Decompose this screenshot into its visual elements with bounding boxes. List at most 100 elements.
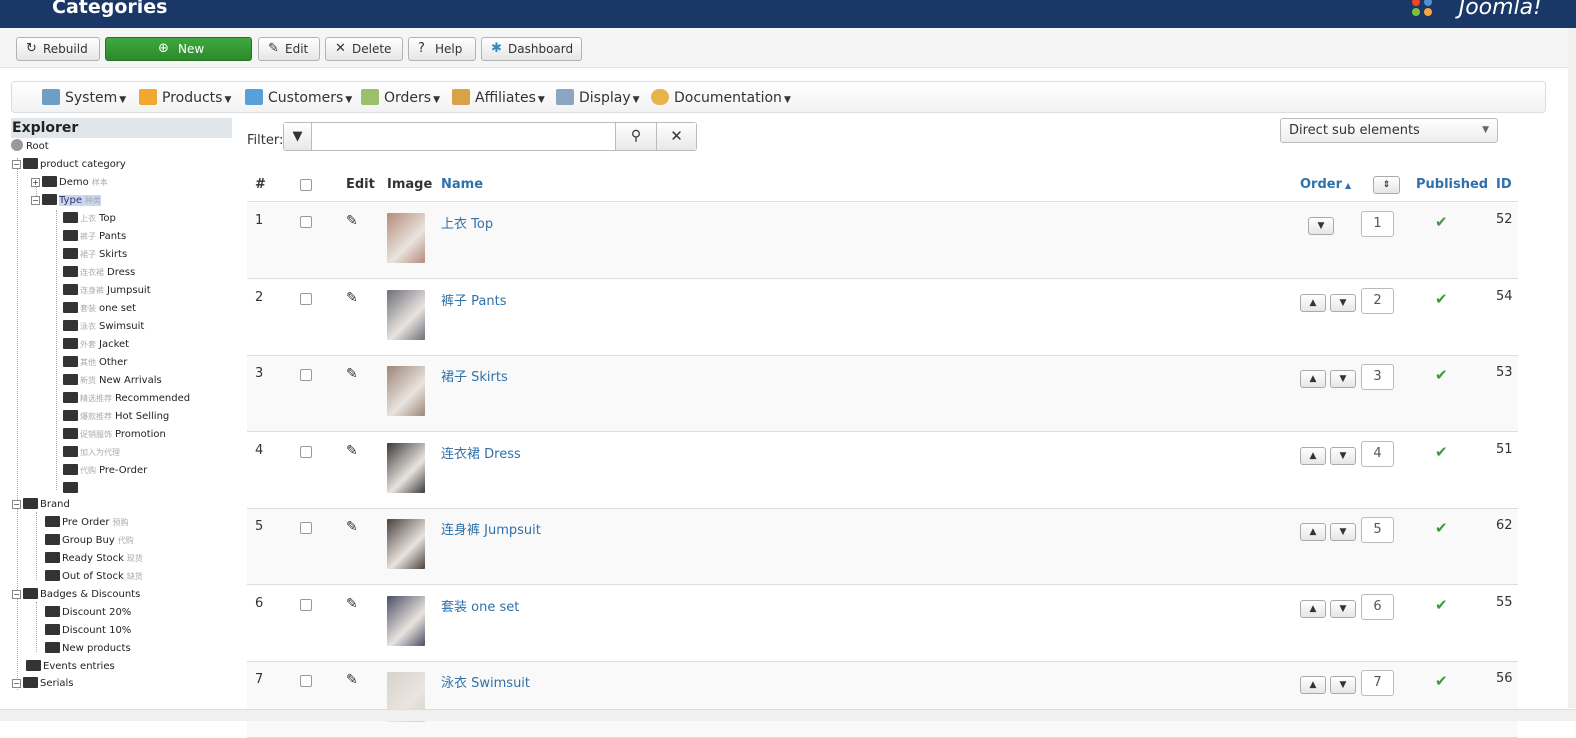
- menu-products[interactable]: Products ▼: [139, 89, 231, 106]
- move-down-button[interactable]: ▼: [1308, 217, 1334, 235]
- tree-node-brand-child[interactable]: Group Buy 代购: [45, 533, 134, 549]
- row-checkbox[interactable]: [300, 598, 312, 615]
- menu-system[interactable]: System ▼: [42, 89, 126, 106]
- order-input[interactable]: 5: [1361, 517, 1394, 543]
- save-order-button[interactable]: ⇕: [1373, 176, 1400, 194]
- edit-pencil-icon[interactable]: ✎: [346, 213, 358, 229]
- col-order-sort[interactable]: Order ▲: [1300, 177, 1351, 192]
- move-up-button[interactable]: ▲: [1300, 523, 1326, 541]
- tree-node-demo[interactable]: + Demo 样本: [31, 175, 108, 191]
- tree-node-root[interactable]: Root: [11, 139, 49, 155]
- collapse-icon[interactable]: −: [12, 679, 21, 688]
- tree-node-brand-child[interactable]: Ready Stock 现货: [45, 551, 143, 567]
- edit-pencil-icon[interactable]: ✎: [346, 519, 358, 535]
- published-check-icon[interactable]: ✔: [1435, 443, 1448, 461]
- menu-orders[interactable]: Orders ▼: [361, 89, 440, 106]
- row-checkbox[interactable]: [300, 292, 312, 309]
- order-input[interactable]: 4: [1361, 440, 1394, 467]
- published-check-icon[interactable]: ✔: [1435, 290, 1448, 308]
- published-check-icon[interactable]: ✔: [1435, 672, 1448, 690]
- depth-select[interactable]: Direct sub elements ▼: [1280, 118, 1498, 143]
- category-name-link[interactable]: 裙子 Skirts: [441, 366, 508, 385]
- published-check-icon[interactable]: ✔: [1435, 596, 1448, 614]
- new-button[interactable]: ⊕ New: [105, 37, 252, 61]
- order-input[interactable]: 1: [1361, 211, 1394, 237]
- tree-node-type-child[interactable]: 裤子 Pants: [63, 229, 126, 245]
- tree-node-type-child[interactable]: 上衣 Top: [63, 211, 116, 227]
- tree-node-badge-child[interactable]: Discount 20%: [45, 605, 131, 621]
- category-name-link[interactable]: 泳衣 Swimsuit: [441, 672, 530, 691]
- menu-documentation[interactable]: Documentation ▼: [651, 89, 791, 106]
- tree-node-badges[interactable]: − Badges & Discounts: [12, 587, 140, 603]
- move-up-button[interactable]: ▲: [1300, 293, 1326, 312]
- row-checkbox[interactable]: [300, 445, 312, 462]
- edit-pencil-icon[interactable]: ✎: [346, 290, 358, 306]
- move-down-button[interactable]: ▼: [1330, 523, 1356, 541]
- move-up-button[interactable]: ▲: [1300, 676, 1326, 694]
- move-down-button[interactable]: ▼: [1330, 370, 1356, 388]
- row-checkbox[interactable]: [300, 369, 312, 385]
- order-input[interactable]: 7: [1361, 670, 1394, 696]
- collapse-icon[interactable]: −: [12, 500, 21, 509]
- tree-node-type-child[interactable]: 泳衣 Swimsuit: [63, 319, 144, 335]
- clear-filter-button[interactable]: ✕: [656, 123, 696, 150]
- col-name-sort[interactable]: Name: [441, 177, 483, 192]
- tree-node-events[interactable]: Events entries: [26, 659, 115, 675]
- tree-node-type[interactable]: − Type 种类: [31, 193, 101, 209]
- tree-node-type-child[interactable]: 连衣裙 Dress: [63, 265, 135, 281]
- collapse-icon[interactable]: −: [31, 196, 40, 205]
- tree-node-type-child[interactable]: 促销服饰 Promotion: [63, 427, 166, 443]
- tree-node-type-child[interactable]: 加入为代理: [63, 445, 123, 461]
- tree-node-type-child[interactable]: 外套 Jacket: [63, 337, 129, 353]
- menu-affiliates[interactable]: Affiliates ▼: [452, 89, 545, 106]
- published-check-icon[interactable]: ✔: [1435, 519, 1448, 537]
- row-checkbox[interactable]: [300, 675, 312, 691]
- order-input[interactable]: 3: [1361, 364, 1394, 390]
- tree-node-serials[interactable]: − Serials: [12, 676, 74, 692]
- tree-node-brand-child[interactable]: Out of Stock 缺货: [45, 569, 143, 585]
- tree-node-empty[interactable]: [63, 481, 80, 497]
- category-name-link[interactable]: 裤子 Pants: [441, 290, 506, 309]
- expand-icon[interactable]: +: [31, 178, 40, 187]
- row-checkbox[interactable]: [300, 522, 312, 538]
- move-down-button[interactable]: ▼: [1330, 599, 1356, 618]
- tree-node-brand[interactable]: − Brand: [12, 497, 70, 513]
- move-up-button[interactable]: ▲: [1300, 446, 1326, 465]
- tree-node-brand-child[interactable]: Pre Order 预购: [45, 515, 129, 531]
- dashboard-button[interactable]: ✱ Dashboard: [481, 37, 582, 61]
- edit-pencil-icon[interactable]: ✎: [346, 366, 358, 382]
- filter-input[interactable]: [313, 123, 615, 150]
- menu-customers[interactable]: Customers ▼: [245, 89, 352, 106]
- edit-button[interactable]: ✎ Edit: [258, 37, 320, 61]
- row-checkbox[interactable]: [300, 216, 312, 232]
- select-all-checkbox[interactable]: [300, 179, 312, 195]
- tree-node-badge-child[interactable]: Discount 10%: [45, 623, 131, 639]
- order-input[interactable]: 6: [1361, 593, 1394, 620]
- tree-node-type-child[interactable]: 代购 Pre-Order: [63, 463, 147, 479]
- edit-pencil-icon[interactable]: ✎: [346, 672, 358, 688]
- category-name-link[interactable]: 连身裤 Jumpsuit: [441, 519, 541, 538]
- tree-node-type-child[interactable]: 裙子 Skirts: [63, 247, 127, 263]
- edit-pencil-icon[interactable]: ✎: [346, 443, 358, 459]
- collapse-icon[interactable]: −: [12, 590, 21, 599]
- tree-node-type-child[interactable]: 爆款推荐 Hot Selling: [63, 409, 169, 425]
- search-button[interactable]: ⚲: [615, 123, 656, 150]
- tree-node-type-child[interactable]: 其他 Other: [63, 355, 127, 371]
- tree-node-product-category[interactable]: − product category: [12, 157, 126, 173]
- move-down-button[interactable]: ▼: [1330, 446, 1356, 465]
- delete-button[interactable]: ✕ Delete: [325, 37, 403, 61]
- tree-node-type-child[interactable]: 连身裤 Jumpsuit: [63, 283, 151, 299]
- move-up-button[interactable]: ▲: [1300, 599, 1326, 618]
- menu-display[interactable]: Display ▼: [556, 89, 640, 106]
- rebuild-button[interactable]: ↻ Rebuild: [16, 37, 100, 61]
- category-name-link[interactable]: 上衣 Top: [441, 213, 493, 232]
- col-id-sort[interactable]: ID: [1496, 177, 1512, 192]
- move-up-button[interactable]: ▲: [1300, 370, 1326, 388]
- published-check-icon[interactable]: ✔: [1435, 213, 1448, 231]
- tree-node-badge-child[interactable]: New products: [45, 641, 131, 657]
- move-down-button[interactable]: ▼: [1330, 676, 1356, 694]
- tree-node-type-child[interactable]: 新货 New Arrivals: [63, 373, 162, 389]
- help-button[interactable]: ? Help: [408, 37, 476, 61]
- collapse-icon[interactable]: −: [12, 160, 21, 169]
- edit-pencil-icon[interactable]: ✎: [346, 596, 358, 612]
